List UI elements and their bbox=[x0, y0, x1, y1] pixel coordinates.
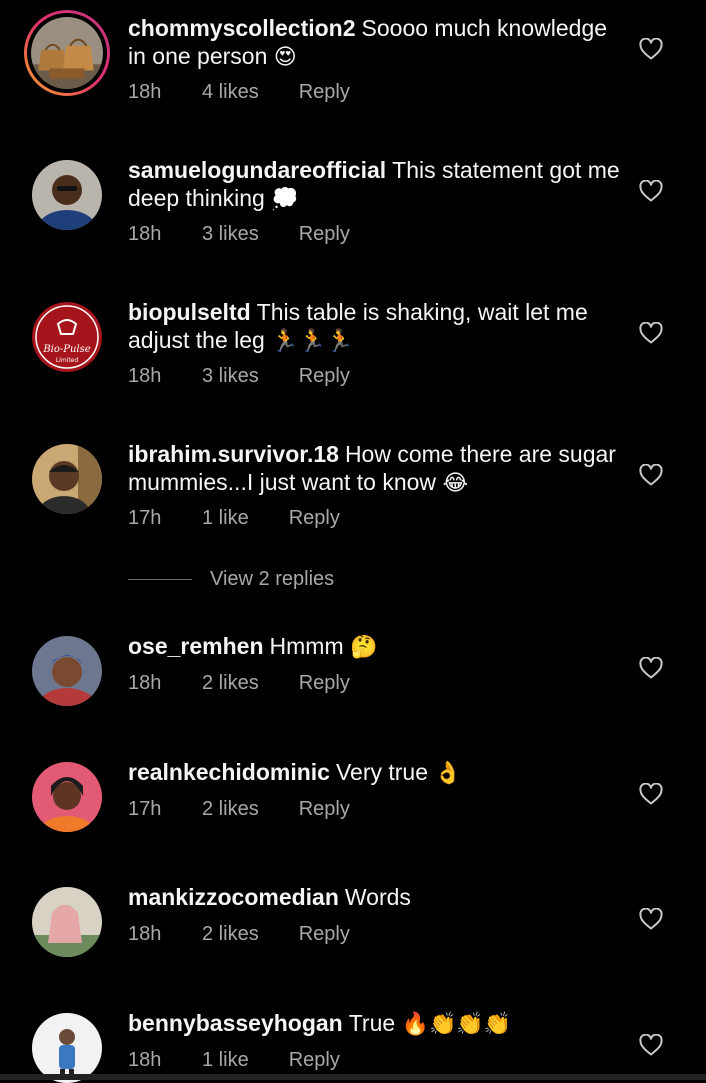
likes-count[interactable]: 2 likes bbox=[202, 672, 259, 695]
comment-body: Words bbox=[344, 884, 411, 910]
biopulse-logo: Bio-Pulse Limited bbox=[32, 302, 102, 372]
avatar[interactable] bbox=[32, 762, 102, 832]
comment-meta: 18h 4 likes Reply bbox=[128, 81, 350, 104]
comment-time: 18h bbox=[128, 81, 162, 103]
comment-username[interactable]: bennybasseyhogan bbox=[128, 1010, 343, 1036]
heart-icon[interactable] bbox=[639, 1034, 663, 1056]
reply-button[interactable]: Reply bbox=[299, 81, 350, 104]
likes-count[interactable]: 2 likes bbox=[202, 923, 259, 946]
avatar[interactable] bbox=[32, 887, 102, 957]
comment-time: 18h bbox=[128, 923, 162, 945]
heart-icon[interactable] bbox=[639, 38, 663, 60]
heart-icon[interactable] bbox=[639, 180, 663, 202]
biopulse-logo-text: Bio-Pulse bbox=[42, 344, 90, 355]
comment-time: 18h bbox=[128, 1049, 162, 1071]
heart-icon[interactable] bbox=[639, 464, 663, 486]
reply-button[interactable]: Reply bbox=[299, 798, 350, 821]
heart-icon[interactable] bbox=[639, 322, 663, 344]
heart-icon[interactable] bbox=[639, 657, 663, 679]
biopulse-logo-subtext: Limited bbox=[56, 357, 79, 364]
emoji: 👌 bbox=[434, 761, 462, 786]
emoji: 😍 bbox=[273, 45, 297, 70]
heart-icon[interactable] bbox=[639, 783, 663, 805]
emoji: 🤔 bbox=[350, 635, 378, 660]
reply-button[interactable]: Reply bbox=[289, 1049, 340, 1072]
emoji: 😂 bbox=[442, 471, 469, 496]
likes-count[interactable]: 3 likes bbox=[202, 223, 259, 246]
comment-meta: 17h 2 likes Reply bbox=[128, 798, 350, 821]
comment-meta: 18h 3 likes Reply bbox=[128, 223, 350, 246]
emoji: 🏃🏃🏃 bbox=[271, 329, 354, 354]
avatar[interactable] bbox=[24, 10, 110, 96]
comment-body: Hmmm bbox=[269, 633, 344, 659]
avatar[interactable] bbox=[32, 444, 102, 514]
profile-photo bbox=[32, 887, 102, 957]
comment-time: 18h bbox=[128, 365, 162, 387]
comment-time: 17h bbox=[128, 507, 162, 529]
profile-photo bbox=[32, 160, 102, 230]
comment-username[interactable]: biopulseltd bbox=[128, 299, 251, 325]
comment-text: samuelogundareofficial This statement got… bbox=[128, 156, 623, 214]
bag-product-image bbox=[31, 17, 103, 89]
bottom-edge-bar bbox=[0, 1074, 706, 1080]
comment-text: biopulseltd This table is shaking, wait l… bbox=[128, 298, 623, 356]
comment-meta: 18h 1 like Reply bbox=[128, 1049, 340, 1072]
comment-meta: 18h 2 likes Reply bbox=[128, 923, 350, 946]
reply-button[interactable]: Reply bbox=[299, 923, 350, 946]
comment-time: 18h bbox=[128, 223, 162, 245]
avatar[interactable]: Bio-Pulse Limited bbox=[32, 302, 102, 372]
likes-count[interactable]: 3 likes bbox=[202, 365, 259, 388]
emoji: 💭 bbox=[271, 187, 299, 212]
reply-button[interactable]: Reply bbox=[299, 223, 350, 246]
comment-username[interactable]: ose_remhen bbox=[128, 633, 264, 659]
avatar[interactable] bbox=[32, 636, 102, 706]
comment-time: 17h bbox=[128, 798, 162, 820]
profile-photo bbox=[32, 762, 102, 832]
comment-meta: 17h 1 like Reply bbox=[128, 507, 340, 530]
comment-username[interactable]: realnkechidominic bbox=[128, 759, 330, 785]
comment-meta: 18h 2 likes Reply bbox=[128, 672, 350, 695]
comment-body: Very true bbox=[335, 759, 429, 785]
avatar[interactable] bbox=[32, 160, 102, 230]
profile-photo bbox=[32, 444, 102, 514]
likes-count[interactable]: 1 like bbox=[202, 1049, 249, 1072]
reply-button[interactable]: Reply bbox=[299, 365, 350, 388]
comment-text: ose_remhen Hmmm 🤔 bbox=[128, 632, 623, 662]
comment-text: mankizzocomedian Words bbox=[128, 883, 623, 911]
comment-time: 18h bbox=[128, 672, 162, 694]
likes-count[interactable]: 2 likes bbox=[202, 798, 259, 821]
reply-button[interactable]: Reply bbox=[299, 672, 350, 695]
avatar[interactable] bbox=[32, 1013, 102, 1083]
comment-username[interactable]: mankizzocomedian bbox=[128, 884, 339, 910]
comment-meta: 18h 3 likes Reply bbox=[128, 365, 350, 388]
comment-text: chommyscollection2 Soooo much knowledge i… bbox=[128, 14, 623, 72]
comment-username[interactable]: ibrahim.survivor.18 bbox=[128, 441, 339, 467]
likes-count[interactable]: 1 like bbox=[202, 507, 249, 530]
replies-divider-line bbox=[128, 579, 192, 580]
reply-button[interactable]: Reply bbox=[289, 507, 340, 530]
comment-text: realnkechidominic Very true 👌 bbox=[128, 758, 623, 788]
emoji: 🔥👏👏👏 bbox=[401, 1012, 512, 1037]
comment-username[interactable]: samuelogundareofficial bbox=[128, 157, 386, 183]
comment-text: ibrahim.survivor.18 How come there are su… bbox=[128, 440, 623, 498]
comment-body: True bbox=[348, 1010, 396, 1036]
heart-icon[interactable] bbox=[639, 908, 663, 930]
comment-text: bennybasseyhogan True 🔥👏👏👏 bbox=[128, 1009, 623, 1039]
profile-photo bbox=[32, 636, 102, 706]
profile-photo bbox=[32, 1013, 102, 1083]
likes-count[interactable]: 4 likes bbox=[202, 81, 259, 104]
comment-username[interactable]: chommyscollection2 bbox=[128, 15, 356, 41]
view-replies-label[interactable]: View 2 replies bbox=[210, 568, 334, 591]
